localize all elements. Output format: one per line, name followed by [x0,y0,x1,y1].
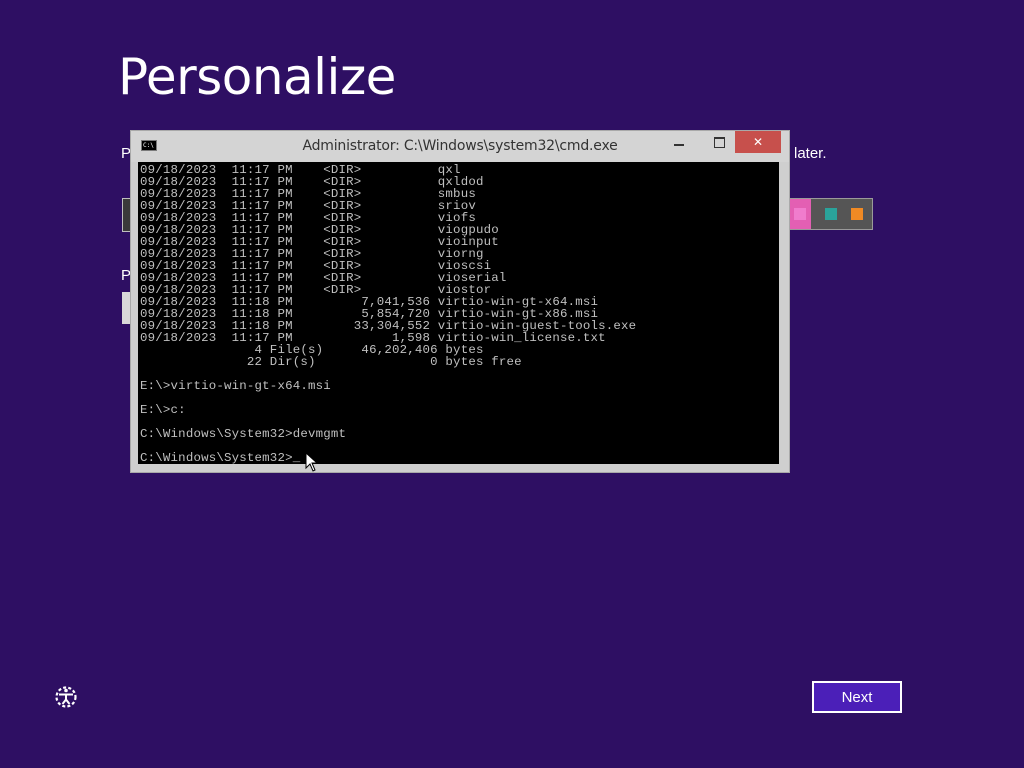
next-button[interactable]: Next [812,681,902,713]
console-line: E:\>c: [140,403,186,417]
console-line: E:\>virtio-win-gt-x64.msi [140,379,331,393]
cmd-window[interactable]: C:\ Administrator: C:\Windows\system32\c… [130,130,790,473]
minimize-icon [674,144,684,146]
console-scrollbar[interactable] [779,162,787,464]
console-line: C:\Windows\System32>_ [140,451,301,464]
page-title: Personalize [118,48,396,106]
ease-of-access-icon[interactable] [53,684,79,710]
swatch-pink-inner [794,208,806,220]
minimize-button[interactable] [665,131,693,153]
console-output[interactable]: 09/18/2023 11:17 PM <DIR> qxl 09/18/2023 … [138,162,780,464]
mouse-pointer-icon [305,452,319,472]
maximize-button[interactable] [705,131,733,153]
maximize-icon [713,136,725,148]
console-line: 22 Dir(s) 0 bytes free [140,355,522,369]
close-icon: ✕ [752,135,764,149]
swatch-teal[interactable] [825,208,837,220]
console-line: C:\Windows\System32>devmgmt [140,427,347,441]
color-swatch-strip[interactable] [788,198,873,230]
partial-text-right: later. [794,145,827,162]
close-button[interactable]: ✕ [735,131,781,153]
swatch-orange[interactable] [851,208,863,220]
console-text: 09/18/2023 11:17 PM <DIR> qxl 09/18/2023 … [138,164,636,464]
swatch-pink[interactable] [789,199,811,229]
cmd-titlebar[interactable]: C:\ Administrator: C:\Windows\system32\c… [131,131,789,162]
